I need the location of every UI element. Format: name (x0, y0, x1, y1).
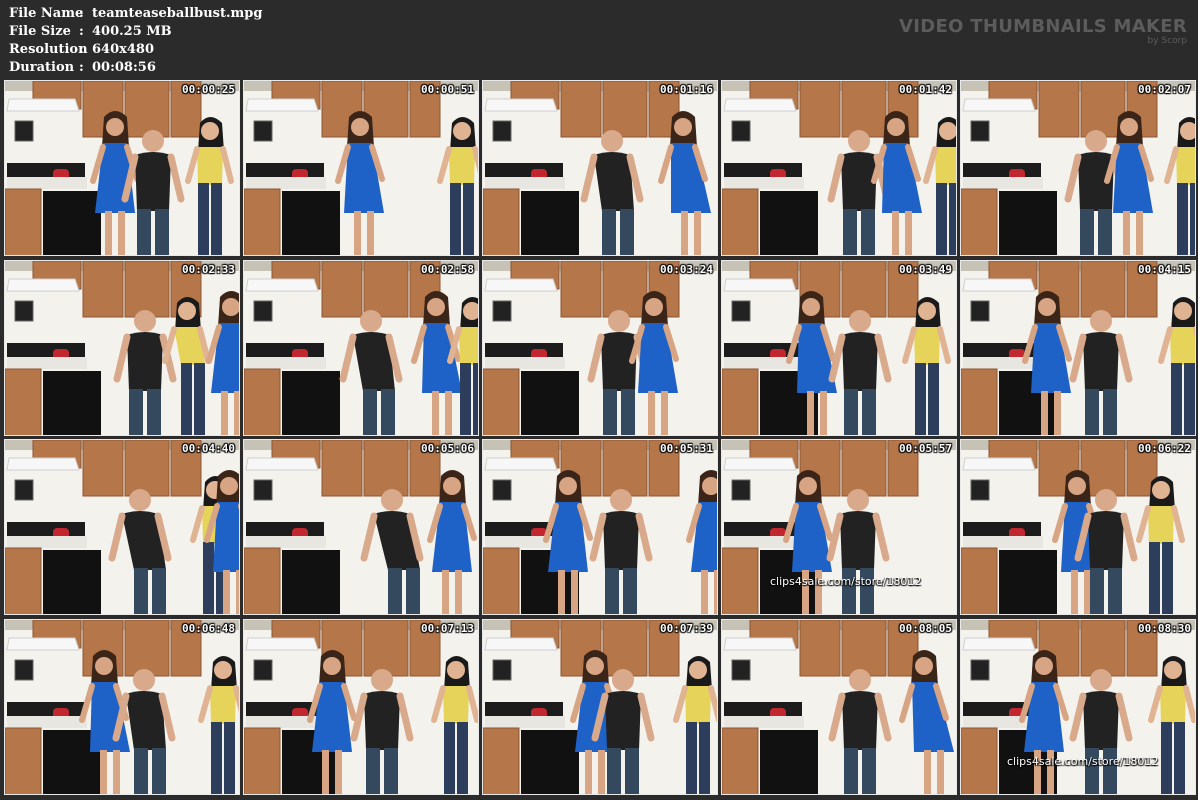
video-thumbnail[interactable]: 00:02:58 (243, 260, 479, 436)
file-name-row: File Name : teamteaseballbust.mpg (9, 5, 262, 23)
video-thumbnail[interactable]: 00:00:51 (243, 80, 479, 256)
video-thumbnail[interactable]: 00:02:07 (960, 80, 1196, 256)
video-thumbnail[interactable]: 00:03:24 (482, 260, 718, 436)
thumbnail-frame (244, 620, 478, 794)
duration-label: Duration (9, 60, 75, 75)
thumbnail-frame (722, 81, 956, 255)
video-thumbnail[interactable]: 00:03:49 (721, 260, 957, 436)
video-thumbnail[interactable]: 00:07:39 (482, 619, 718, 795)
timestamp: 00:02:07 (1138, 83, 1191, 96)
file-size-row: File Size : 400.25 MB (9, 23, 262, 41)
video-thumbnail[interactable]: 00:00:25 (4, 80, 240, 256)
timestamp: 00:06:48 (182, 622, 235, 635)
thumbnail-frame (722, 620, 956, 794)
watermark-text: clips4sale.com/store/18012 (770, 575, 922, 588)
timestamp: 00:04:15 (1138, 263, 1191, 276)
video-thumbnail[interactable]: 00:04:40 (4, 439, 240, 615)
video-thumbnail[interactable]: 00:01:16 (482, 80, 718, 256)
video-thumbnail[interactable]: 00:04:15 (960, 260, 1196, 436)
thumbnail-frame (483, 261, 717, 435)
video-thumbnail[interactable]: 00:07:13 (243, 619, 479, 795)
brand-title: VIDEO THUMBNAILS MAKER (899, 16, 1187, 37)
timestamp: 00:01:42 (899, 83, 952, 96)
thumbnail-frame (244, 440, 478, 614)
timestamp: 00:05:31 (660, 442, 713, 455)
video-thumbnail[interactable]: 00:01:42 (721, 80, 957, 256)
file-name-label: File Name (9, 6, 84, 21)
thumbnail-frame (961, 440, 1195, 614)
resolution-value: 640x480 (92, 42, 155, 57)
thumbnail-frame (5, 261, 239, 435)
thumbnail-frame (483, 620, 717, 794)
timestamp: 00:07:39 (660, 622, 713, 635)
resolution-row: Resolution : 640x480 (9, 41, 262, 59)
resolution-label: Resolution (9, 42, 88, 57)
video-thumbnail[interactable]: 00:05:06 (243, 439, 479, 615)
branding: VIDEO THUMBNAILS MAKER by Scorp (899, 16, 1187, 46)
thumbnail-frame (961, 620, 1195, 794)
thumbnail-frame (483, 81, 717, 255)
video-thumbnail[interactable]: 00:08:30 clips4sale.com/store/18012 (960, 619, 1196, 795)
timestamp: 00:00:51 (421, 83, 474, 96)
brand-subtitle: by Scorp (1147, 36, 1187, 46)
timestamp: 00:04:40 (182, 442, 235, 455)
file-size-value: 400.25 MB (92, 24, 172, 39)
watermark-text: clips4sale.com/store/18012 (1007, 755, 1159, 768)
timestamp: 00:02:58 (421, 263, 474, 276)
thumbnail-frame (483, 440, 717, 614)
timestamp: 00:02:33 (182, 263, 235, 276)
thumbnail-frame (5, 440, 239, 614)
video-thumbnail[interactable]: 00:08:05 (721, 619, 957, 795)
thumbnail-frame (5, 620, 239, 794)
header: File Name : teamteaseballbust.mpg File S… (0, 0, 1198, 80)
timestamp: 00:03:49 (899, 263, 952, 276)
duration-value: 00:08:56 (92, 60, 156, 75)
video-thumbnail[interactable]: 00:02:33 (4, 260, 240, 436)
separator: : (79, 6, 84, 21)
separator: : (79, 42, 84, 57)
separator: : (79, 24, 84, 39)
timestamp: 00:08:30 (1138, 622, 1191, 635)
video-thumbnail[interactable]: 00:06:22 (960, 439, 1196, 615)
file-size-label: File Size (9, 24, 71, 39)
video-thumbnail[interactable]: 00:06:48 (4, 619, 240, 795)
thumbnail-frame (961, 81, 1195, 255)
timestamp: 00:00:25 (182, 83, 235, 96)
timestamp: 00:08:05 (899, 622, 952, 635)
timestamp: 00:01:16 (660, 83, 713, 96)
video-thumbnail[interactable]: 00:05:31 (482, 439, 718, 615)
video-thumbnail[interactable]: 00:05:57 clips4sale.com/store/18012 (721, 439, 957, 615)
timestamp: 00:05:06 (421, 442, 474, 455)
thumbnail-frame (961, 261, 1195, 435)
separator: : (79, 60, 84, 75)
thumbnail-frame (244, 81, 478, 255)
thumbnail-frame (5, 81, 239, 255)
thumbnail-frame (722, 440, 956, 614)
thumbnail-frame (244, 261, 478, 435)
thumbnail-grid: 00:00:25 00:00:51 00:01:16 00:01:42 00:0… (4, 80, 1196, 798)
file-name-value: teamteaseballbust.mpg (92, 6, 263, 21)
thumbnail-frame (722, 261, 956, 435)
timestamp: 00:03:24 (660, 263, 713, 276)
duration-row: Duration : 00:08:56 (9, 59, 262, 77)
timestamp: 00:06:22 (1138, 442, 1191, 455)
timestamp: 00:07:13 (421, 622, 474, 635)
timestamp: 00:05:57 (899, 442, 952, 455)
file-info: File Name : teamteaseballbust.mpg File S… (9, 5, 262, 77)
